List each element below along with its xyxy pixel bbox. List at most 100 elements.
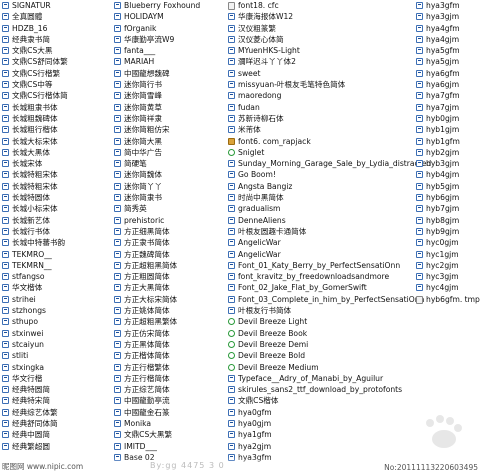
file-item[interactable]: 迷你简黄草 bbox=[112, 102, 216, 113]
file-item[interactable]: Typeface__Adry_of_Manabi_by_Aguilur bbox=[226, 373, 466, 384]
file-item[interactable]: HDZB_16 bbox=[0, 23, 92, 34]
file-item[interactable]: 长城特圆体 bbox=[0, 192, 92, 203]
file-item[interactable]: 文鼎CS中等 bbox=[0, 79, 92, 90]
file-item[interactable]: 中國龍想魏碑 bbox=[112, 68, 216, 79]
file-item[interactable]: 长城大标宋体 bbox=[0, 136, 92, 147]
file-item[interactable]: hyb6gfm. tmp bbox=[414, 294, 480, 305]
file-item[interactable]: sthupo bbox=[0, 316, 92, 327]
file-item[interactable]: hya6gjm bbox=[414, 79, 480, 90]
file-item[interactable]: 经典特宋简 bbox=[0, 395, 92, 406]
file-item[interactable]: stliti bbox=[0, 350, 92, 361]
file-item[interactable]: hyc4gjm bbox=[414, 282, 480, 293]
file-item[interactable]: hyb6gjm bbox=[414, 192, 480, 203]
file-item[interactable]: 经典中圆简 bbox=[0, 429, 92, 440]
file-item[interactable]: 迷你简雪峰 bbox=[112, 90, 216, 101]
file-item[interactable]: 长城中特蕃书韵 bbox=[0, 237, 92, 248]
file-item[interactable]: 叶根友行书简体 bbox=[226, 305, 466, 316]
file-item[interactable]: Devil Breeze Light bbox=[226, 316, 466, 327]
file-item[interactable]: 文鼎CS大黑 bbox=[0, 45, 92, 56]
file-item[interactable]: 方正粗圆简体 bbox=[112, 271, 216, 282]
file-item[interactable]: 迷你简丫丫 bbox=[112, 181, 216, 192]
file-item[interactable]: Monika bbox=[112, 418, 216, 429]
file-item[interactable]: 长城粗魏碑体 bbox=[0, 113, 92, 124]
file-item[interactable]: hya4gjm bbox=[414, 34, 480, 45]
file-item[interactable]: 华文行楷 bbox=[0, 373, 92, 384]
file-item[interactable]: 文鼎CS大黑繁 bbox=[112, 429, 216, 440]
file-item[interactable]: hyb9gjm bbox=[414, 226, 480, 237]
file-item[interactable]: 方正超粗黑简体 bbox=[112, 260, 216, 271]
file-item[interactable]: 方正黑体简体 bbox=[112, 339, 216, 350]
file-item[interactable]: TEKMRN__ bbox=[0, 260, 92, 271]
file-item[interactable]: 经典繁超圆 bbox=[0, 441, 92, 452]
file-item[interactable]: 方正行楷繁体 bbox=[112, 362, 216, 373]
file-item[interactable]: hyc0gjm bbox=[414, 237, 480, 248]
file-item[interactable]: hyc3gjm bbox=[414, 271, 480, 282]
file-item[interactable]: hya7gfm bbox=[414, 90, 480, 101]
file-item[interactable]: 迷你简大黑 bbox=[112, 136, 216, 147]
file-item[interactable]: Devil Breeze Medium bbox=[226, 362, 466, 373]
file-item[interactable]: hyb0gjm bbox=[414, 113, 480, 124]
file-item[interactable]: 方正仿宋简体 bbox=[112, 328, 216, 339]
file-item[interactable]: fOrganik bbox=[112, 23, 216, 34]
file-item[interactable]: 方正魏碑简体 bbox=[112, 249, 216, 260]
file-item[interactable]: 长城特粗宋体 bbox=[0, 169, 92, 180]
file-item[interactable]: 长城粗行楷体 bbox=[0, 124, 92, 135]
file-item[interactable]: 长城行书体 bbox=[0, 226, 92, 237]
file-item[interactable]: 中國龍勤亭流 bbox=[112, 395, 216, 406]
file-item[interactable]: hyb7gjm bbox=[414, 203, 480, 214]
file-item[interactable]: hyb1gfm bbox=[414, 136, 480, 147]
file-item[interactable]: skirules_sans2_ttf_download_by_protofont… bbox=[226, 384, 466, 395]
file-item[interactable]: hyb2gjm bbox=[414, 147, 480, 158]
file-item[interactable]: stxinwei bbox=[0, 328, 92, 339]
file-item[interactable]: stzhongs bbox=[0, 305, 92, 316]
file-item[interactable]: 文鼎CS舒同体繁 bbox=[0, 56, 92, 67]
file-item[interactable]: 方正姚体简体 bbox=[112, 305, 216, 316]
file-item[interactable]: hya3gfm bbox=[414, 0, 480, 11]
file-item[interactable]: 迷你简粗仿宋 bbox=[112, 124, 216, 135]
file-item[interactable]: 方正行楷简体 bbox=[112, 373, 216, 384]
file-item[interactable]: Devil Breeze Bold bbox=[226, 350, 466, 361]
file-item[interactable]: 方正大标宋简体 bbox=[112, 294, 216, 305]
file-item[interactable]: SIGNATUR bbox=[0, 0, 92, 11]
file-item[interactable]: hyb3gjm bbox=[414, 158, 480, 169]
file-item[interactable]: 文鼎CS行楷繁 bbox=[0, 68, 92, 79]
file-item[interactable]: MARIAH bbox=[112, 56, 216, 67]
file-item[interactable]: 方正综艺简体 bbox=[112, 384, 216, 395]
file-item[interactable]: strihei bbox=[0, 294, 92, 305]
file-item[interactable]: 经典舒同体简 bbox=[0, 418, 92, 429]
file-item[interactable]: 经典特圆简 bbox=[0, 384, 92, 395]
file-item[interactable]: 文鼎CS行楷体简 bbox=[0, 90, 92, 101]
file-item[interactable]: stxingka bbox=[0, 362, 92, 373]
file-item[interactable]: stcaiyun bbox=[0, 339, 92, 350]
file-item[interactable]: 方正超粗黑繁体 bbox=[112, 316, 216, 327]
file-item[interactable]: hya6gfm bbox=[414, 68, 480, 79]
file-item[interactable]: 简中华广告 bbox=[112, 147, 216, 158]
file-item[interactable]: prehistoric bbox=[112, 215, 216, 226]
file-item[interactable]: 长城宋体 bbox=[0, 158, 92, 169]
file-item[interactable]: 经典综艺体繁 bbox=[0, 407, 92, 418]
file-item[interactable]: 长城特粗宋体 bbox=[0, 181, 92, 192]
file-item[interactable]: 迷你简隶书 bbox=[112, 192, 216, 203]
file-item[interactable]: hyb8gjm bbox=[414, 215, 480, 226]
file-item[interactable]: 迷你简祥隶 bbox=[112, 113, 216, 124]
file-item[interactable]: 中國龍金石篆 bbox=[112, 407, 216, 418]
file-item[interactable]: hyb5gjm bbox=[414, 181, 480, 192]
file-item[interactable]: 文鼎CS楷体 bbox=[226, 395, 466, 406]
file-item[interactable]: hya5gfm bbox=[414, 45, 480, 56]
file-item[interactable]: 简硬笔 bbox=[112, 158, 216, 169]
file-item[interactable]: 全真圆體 bbox=[0, 11, 92, 22]
file-item[interactable]: 经典隶书简 bbox=[0, 34, 92, 45]
file-item[interactable]: hya5gjm bbox=[414, 56, 480, 67]
file-item[interactable]: hyc2gjm bbox=[414, 260, 480, 271]
file-item[interactable]: Devil Breeze Demi bbox=[226, 339, 466, 350]
file-item[interactable]: HOLIDAYM bbox=[112, 11, 216, 22]
file-item[interactable]: hya7gjm bbox=[414, 102, 480, 113]
file-item[interactable]: hya3gjm bbox=[414, 11, 480, 22]
file-item[interactable]: 迷你简魏体 bbox=[112, 169, 216, 180]
file-item[interactable]: 方正大黑简体 bbox=[112, 282, 216, 293]
file-item[interactable]: 长城粗隶书体 bbox=[0, 102, 92, 113]
file-item[interactable]: fanta___ bbox=[112, 45, 216, 56]
file-item[interactable]: 长城小标宋体 bbox=[0, 203, 92, 214]
file-item[interactable]: 方正楷体简体 bbox=[112, 350, 216, 361]
file-item[interactable]: hyc1gjm bbox=[414, 249, 480, 260]
